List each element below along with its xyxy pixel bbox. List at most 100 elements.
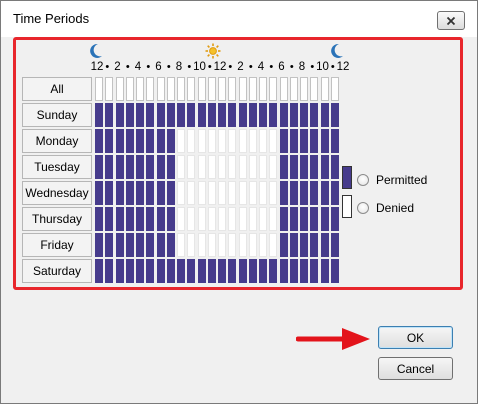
schedule-cell[interactable] <box>105 259 114 283</box>
schedule-cell[interactable] <box>156 259 165 283</box>
schedule-cell[interactable] <box>115 103 124 127</box>
hour-column-header[interactable] <box>320 77 329 101</box>
schedule-cell[interactable] <box>136 259 144 283</box>
schedule-cell[interactable] <box>238 233 247 257</box>
day-label-tuesday[interactable]: Tuesday <box>22 155 92 179</box>
schedule-cell[interactable] <box>238 155 247 179</box>
schedule-cell[interactable] <box>105 103 114 127</box>
schedule-cell[interactable] <box>320 233 329 257</box>
schedule-cell[interactable] <box>105 129 114 153</box>
schedule-cell[interactable] <box>228 233 237 257</box>
schedule-cell[interactable] <box>125 259 134 283</box>
schedule-cell[interactable] <box>310 181 319 205</box>
ok-button[interactable]: OK <box>378 326 453 349</box>
schedule-cell[interactable] <box>207 259 216 283</box>
schedule-cell[interactable] <box>320 155 329 179</box>
schedule-cell[interactable] <box>228 103 237 127</box>
schedule-cell[interactable] <box>115 207 124 231</box>
schedule-cell[interactable] <box>279 259 288 283</box>
schedule-cell[interactable] <box>95 181 103 205</box>
schedule-cell[interactable] <box>279 129 288 153</box>
schedule-cell[interactable] <box>146 155 155 179</box>
schedule-cell[interactable] <box>259 181 267 205</box>
schedule-cell[interactable] <box>207 129 216 153</box>
schedule-cell[interactable] <box>300 181 308 205</box>
schedule-cell[interactable] <box>300 129 308 153</box>
hour-column-header[interactable] <box>248 77 257 101</box>
schedule-cell[interactable] <box>269 207 278 231</box>
schedule-cell[interactable] <box>279 103 288 127</box>
schedule-cell[interactable] <box>177 129 185 153</box>
schedule-cell[interactable] <box>238 259 247 283</box>
schedule-cell[interactable] <box>320 103 329 127</box>
schedule-cell[interactable] <box>238 129 247 153</box>
schedule-cell[interactable] <box>146 233 155 257</box>
schedule-cell[interactable] <box>207 233 216 257</box>
schedule-cell[interactable] <box>279 207 288 231</box>
schedule-cell[interactable] <box>310 129 319 153</box>
hour-column-header[interactable] <box>95 77 103 101</box>
schedule-cell[interactable] <box>105 233 114 257</box>
schedule-cell[interactable] <box>136 181 144 205</box>
schedule-cell[interactable] <box>259 103 267 127</box>
schedule-cell[interactable] <box>248 259 257 283</box>
day-label-monday[interactable]: Monday <box>22 129 92 153</box>
schedule-cell[interactable] <box>197 129 206 153</box>
schedule-cell[interactable] <box>310 233 319 257</box>
schedule-cell[interactable] <box>156 129 165 153</box>
schedule-cell[interactable] <box>228 259 237 283</box>
schedule-cell[interactable] <box>320 129 329 153</box>
close-button[interactable] <box>437 11 465 30</box>
schedule-cell[interactable] <box>259 207 267 231</box>
hour-column-header[interactable] <box>330 77 339 101</box>
schedule-cell[interactable] <box>115 181 124 205</box>
schedule-cell[interactable] <box>207 207 216 231</box>
schedule-cell[interactable] <box>330 181 339 205</box>
schedule-cell[interactable] <box>320 207 329 231</box>
hour-column-header[interactable] <box>310 77 319 101</box>
schedule-cell[interactable] <box>248 129 257 153</box>
hour-column-header[interactable] <box>300 77 308 101</box>
schedule-cell[interactable] <box>187 155 196 179</box>
schedule-cell[interactable] <box>146 259 155 283</box>
schedule-cell[interactable] <box>218 155 226 179</box>
schedule-cell[interactable] <box>330 233 339 257</box>
schedule-cell[interactable] <box>279 181 288 205</box>
schedule-cell[interactable] <box>136 233 144 257</box>
schedule-cell[interactable] <box>197 259 206 283</box>
schedule-cell[interactable] <box>289 259 298 283</box>
schedule-cell[interactable] <box>136 129 144 153</box>
all-button[interactable]: All <box>22 77 92 101</box>
schedule-cell[interactable] <box>95 155 103 179</box>
schedule-cell[interactable] <box>166 259 175 283</box>
permitted-radio[interactable] <box>357 174 369 186</box>
day-label-saturday[interactable]: Saturday <box>22 259 92 283</box>
schedule-cell[interactable] <box>95 129 103 153</box>
schedule-cell[interactable] <box>187 129 196 153</box>
hour-column-header[interactable] <box>279 77 288 101</box>
cancel-button[interactable]: Cancel <box>378 357 453 380</box>
hour-column-header[interactable] <box>207 77 216 101</box>
schedule-cell[interactable] <box>156 103 165 127</box>
hour-column-header[interactable] <box>238 77 247 101</box>
schedule-cell[interactable] <box>197 233 206 257</box>
schedule-cell[interactable] <box>187 207 196 231</box>
schedule-cell[interactable] <box>248 155 257 179</box>
schedule-cell[interactable] <box>207 155 216 179</box>
schedule-cell[interactable] <box>259 129 267 153</box>
schedule-cell[interactable] <box>300 233 308 257</box>
schedule-cell[interactable] <box>156 155 165 179</box>
schedule-cell[interactable] <box>115 259 124 283</box>
schedule-cell[interactable] <box>289 103 298 127</box>
schedule-cell[interactable] <box>300 155 308 179</box>
schedule-cell[interactable] <box>177 155 185 179</box>
schedule-cell[interactable] <box>136 155 144 179</box>
schedule-cell[interactable] <box>238 181 247 205</box>
hour-column-header[interactable] <box>146 77 155 101</box>
hour-column-header[interactable] <box>177 77 185 101</box>
schedule-cell[interactable] <box>289 181 298 205</box>
schedule-cell[interactable] <box>166 181 175 205</box>
schedule-cell[interactable] <box>269 155 278 179</box>
schedule-cell[interactable] <box>197 207 206 231</box>
schedule-cell[interactable] <box>269 129 278 153</box>
